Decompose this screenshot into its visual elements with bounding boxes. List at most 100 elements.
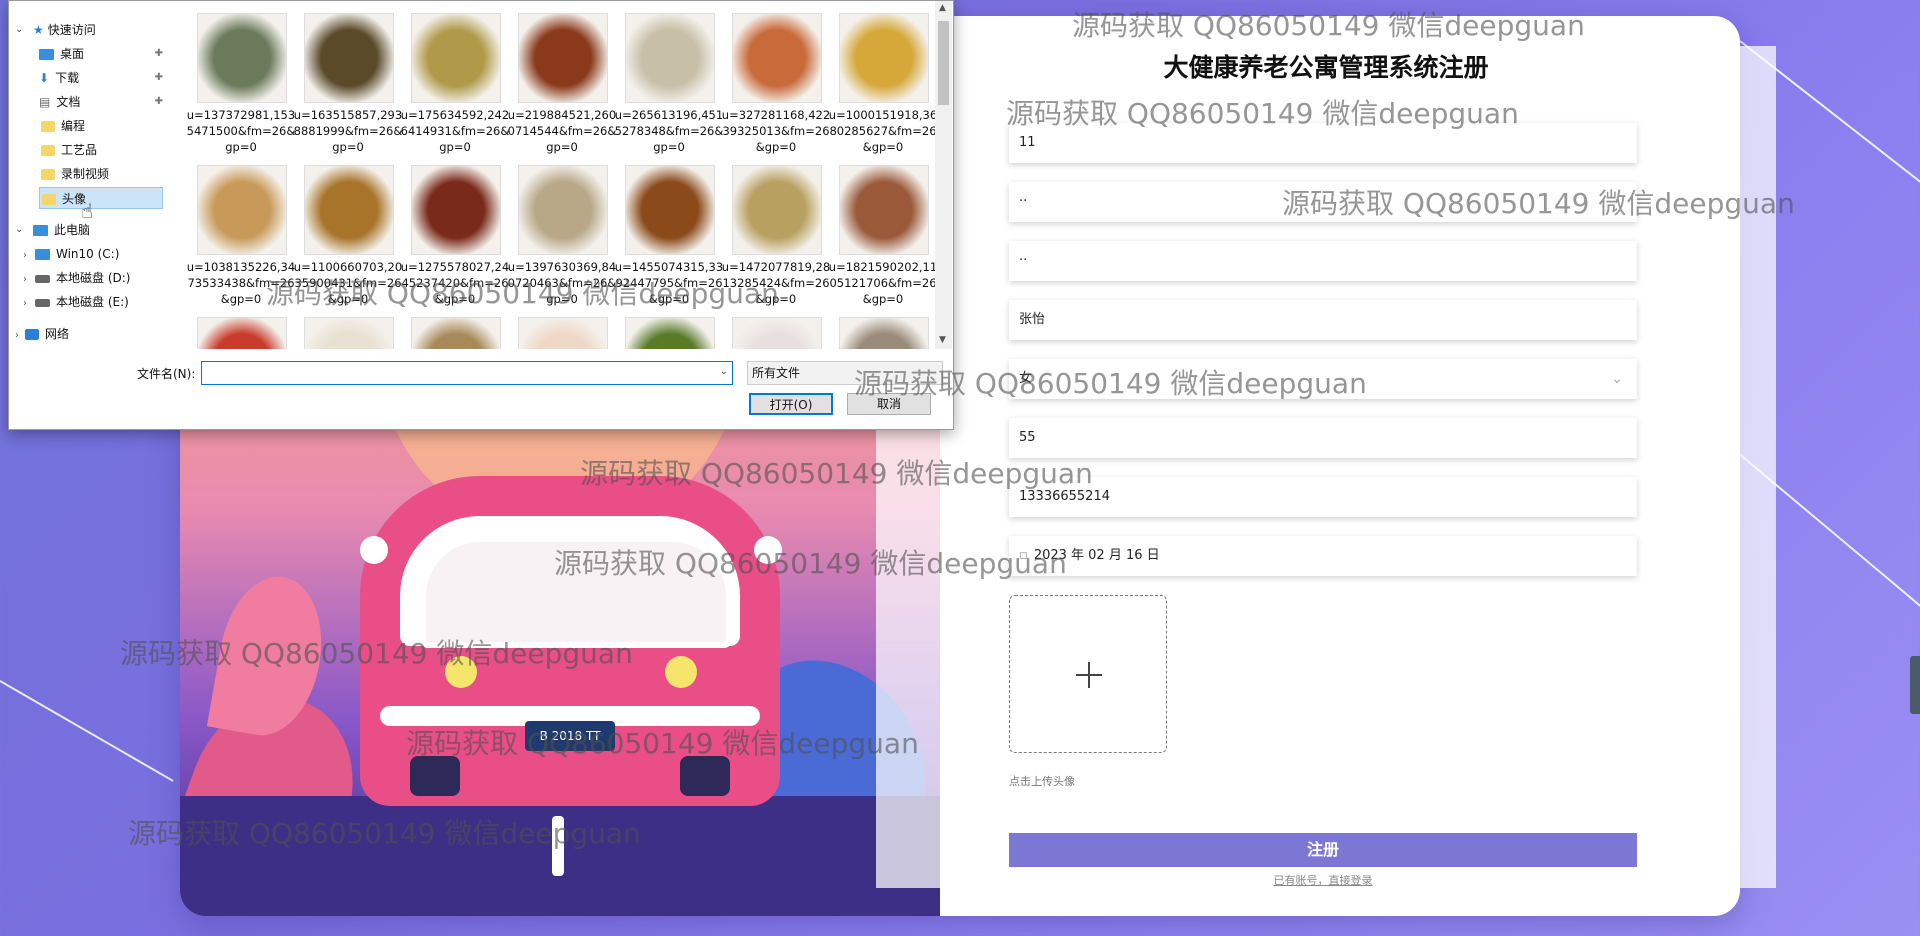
nav-desktop[interactable]: 桌面 ✚: [39, 43, 169, 65]
file-image: [411, 317, 501, 349]
nav-folder-crafts[interactable]: 工艺品: [41, 139, 161, 161]
phone-field[interactable]: 13336655214: [1009, 477, 1637, 517]
file-caption: u=1000151918,3680285627&fm=26&gp=0: [828, 108, 938, 154]
side-handle[interactable]: [1910, 656, 1920, 714]
nav-label: 文档: [56, 95, 81, 109]
nav-network[interactable]: › 网络: [15, 323, 155, 345]
nav-label: 下载: [55, 71, 80, 85]
file-thumbnail[interactable]: u=1821590202,1105121706&fm=26&gp=0: [827, 153, 937, 306]
realname-value: 张怡: [1019, 312, 1046, 327]
document-icon: ▤: [39, 95, 51, 109]
van-headlight: [665, 656, 697, 688]
form-title: 大健康养老公寓管理系统注册: [1163, 53, 1489, 82]
age-field[interactable]: 55: [1009, 418, 1637, 458]
folder-icon: [41, 145, 55, 156]
file-image: [304, 317, 394, 349]
file-thumbnail[interactable]: u=1000151918,3680285627&fm=26&gp=0: [827, 1, 937, 154]
filename-input[interactable]: ⌄: [201, 361, 733, 385]
scrollbar-thumb[interactable]: [938, 21, 949, 105]
file-image: [839, 317, 929, 349]
filename-label: 文件名(N):: [137, 367, 196, 381]
realname-field[interactable]: 张怡: [1009, 300, 1637, 340]
file-thumbnail[interactable]: u=327281168,42239325013&fm=26&gp=0: [720, 1, 830, 154]
mouse-cursor-icon: ☝: [81, 199, 94, 223]
upload-hint: 点击上传头像: [1009, 775, 1075, 788]
file-caption: u=327281168,42239325013&fm=26&gp=0: [721, 108, 831, 154]
nav-label: Win10 (C:): [56, 247, 120, 261]
van-wheel: [410, 756, 460, 796]
login-link[interactable]: 已有账号，直接登录: [876, 872, 1770, 888]
file-image: [732, 165, 822, 255]
windows-drive-icon: [35, 249, 50, 260]
file-image: [625, 165, 715, 255]
download-icon: ⬇: [39, 71, 50, 85]
nav-drive-c[interactable]: › Win10 (C:): [23, 243, 163, 265]
file-image: [197, 317, 287, 349]
avatar-upload[interactable]: [1009, 595, 1167, 753]
file-image: [839, 165, 929, 255]
watermark: 源码获取 QQ86050149 微信deepguan: [266, 277, 779, 310]
file-thumbnail[interactable]: u=163515857,2938881999&fm=26&gp=0: [292, 1, 402, 154]
van-wheel: [680, 756, 730, 796]
pin-icon: ✚: [154, 96, 163, 107]
file-image: [197, 165, 287, 255]
file-image: [518, 13, 608, 103]
scroll-up-icon[interactable]: ▲: [939, 3, 946, 13]
file-image: [732, 317, 822, 349]
pin-icon: ✚: [154, 72, 163, 83]
watermark: 源码获取 QQ86050149 微信deepguan: [128, 817, 641, 850]
open-button[interactable]: 打开(O): [749, 393, 833, 415]
drive-icon: [35, 298, 50, 307]
confirm-password-field[interactable]: ··: [1009, 241, 1637, 281]
nav-label: 网络: [45, 327, 70, 341]
folder-icon: [41, 169, 55, 180]
vertical-scrollbar[interactable]: ▲ ▼: [935, 1, 952, 349]
nav-downloads[interactable]: ⬇ 下载 ✚: [39, 67, 169, 89]
watermark: 源码获取 QQ86050149 微信deepguan: [580, 457, 1093, 490]
register-button[interactable]: 注册: [1009, 833, 1637, 867]
file-thumbnail[interactable]: u=265613196,4515278348&fm=26&gp=0: [613, 1, 723, 154]
nav-label: 此电脑: [54, 223, 91, 237]
nav-quick-access[interactable]: ⌄ ★ 快速访问: [9, 19, 159, 41]
username-value: 11: [1019, 135, 1036, 150]
file-image: [411, 13, 501, 103]
network-icon: [25, 329, 39, 340]
file-thumbnail[interactable]: u=219884521,2600714544&fm=26&gp=0: [506, 1, 616, 154]
file-caption: u=219884521,2600714544&fm=26&gp=0: [507, 108, 617, 154]
watermark: 源码获取 QQ86050149 微信deepguan: [1072, 9, 1585, 42]
nav-label: 录制视频: [61, 167, 110, 181]
nav-drive-e[interactable]: › 本地磁盘 (E:): [23, 291, 163, 313]
watermark: 源码获取 QQ86050149 微信deepguan: [554, 547, 1067, 580]
nav-folder-programming[interactable]: 编程: [41, 115, 161, 137]
navigation-pane: ⌄ ★ 快速访问 桌面 ✚ ⬇ 下载 ✚ ▤ 文档 ✚ 编程 工艺品 录制视频 头像 ⌄ 此…: [9, 1, 169, 349]
file-image: [304, 13, 394, 103]
birthday-field[interactable]: ▫ 2023 年 02 月 16 日: [1009, 536, 1637, 576]
scroll-down-icon[interactable]: ▼: [939, 335, 946, 345]
pin-icon: ✚: [154, 48, 163, 59]
file-thumbnail[interactable]: [827, 305, 929, 349]
nav-label: 本地磁盘 (D:): [56, 271, 131, 285]
watermark: 源码获取 QQ86050149 微信deepguan: [406, 727, 919, 760]
chevron-down-icon[interactable]: ⌄: [720, 366, 728, 377]
nav-label: 编程: [61, 119, 86, 133]
password-value: ··: [1019, 194, 1028, 209]
watermark: 源码获取 QQ86050149 微信deepguan: [120, 637, 633, 670]
file-thumbnail[interactable]: u=175634592,2426414931&fm=26&gp=0: [399, 1, 509, 154]
desktop-icon: [39, 49, 54, 60]
watermark: 源码获取 QQ86050149 微信deepguan: [1282, 187, 1795, 220]
nav-folder-recordings[interactable]: 录制视频: [41, 163, 161, 185]
age-value: 55: [1019, 430, 1036, 445]
nav-folder-avatar[interactable]: 头像: [39, 187, 163, 209]
star-icon: ★: [33, 23, 44, 37]
folder-icon: [41, 121, 55, 132]
nav-drive-d[interactable]: › 本地磁盘 (D:): [23, 267, 163, 289]
nav-documents[interactable]: ▤ 文档 ✚: [39, 91, 169, 113]
file-open-dialog: ⌄ ★ 快速访问 桌面 ✚ ⬇ 下载 ✚ ▤ 文档 ✚ 编程 工艺品 录制视频 头像 ⌄ 此…: [8, 0, 954, 430]
folder-icon: [42, 194, 56, 205]
collapse-arrow-icon: ›: [15, 330, 19, 341]
confirm-password-value: ··: [1019, 253, 1028, 268]
file-image: [625, 13, 715, 103]
file-caption: u=265613196,4515278348&fm=26&gp=0: [614, 108, 724, 154]
file-thumbnail[interactable]: u=137372981,1535471500&fm=26&gp=0: [185, 1, 295, 154]
expand-arrow-icon: ⌄: [15, 24, 24, 35]
